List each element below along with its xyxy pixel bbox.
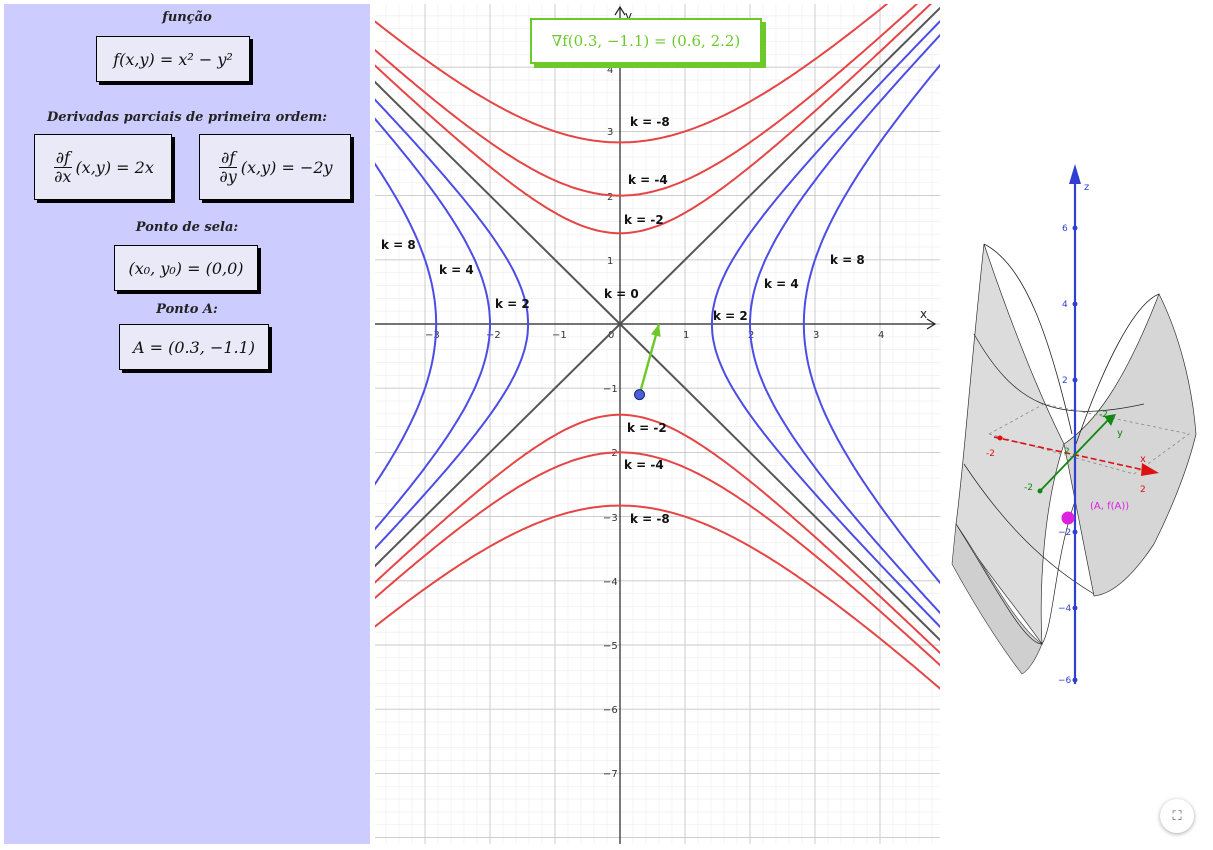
caption-saddle: Ponto de sela:: [135, 220, 239, 235]
level-label-bottom-neg4: k = -4: [624, 458, 664, 472]
tick-x-3: 3: [813, 330, 819, 341]
graphics-2d-view[interactable]: x y −3 −2 −1 0 1 2 3 4 4 3 2 1 −1 −2 −3 …: [375, 4, 940, 844]
gradient-label-box[interactable]: ∇f(0.3, −1.1) = (0.6, 2.2): [530, 18, 762, 64]
level-curve-k4: [749, 33, 940, 615]
caption-function: função: [162, 10, 212, 25]
algebra-panel: função f(x,y) = x² − y² Derivadas parcia…: [4, 4, 370, 844]
z-tick-dot: [1072, 225, 1078, 231]
fullscreen-button[interactable]: ⛶: [1160, 799, 1194, 833]
tick-y-3: 3: [607, 127, 613, 138]
level-curve-k8: [802, 63, 940, 585]
function-formula-box[interactable]: f(x,y) = x² − y²: [96, 36, 250, 82]
y-tick-label: 2: [1064, 447, 1070, 457]
saddle-formula: (x₀, y₀) = (0,0): [128, 258, 244, 278]
z-axis-label: z: [1084, 182, 1089, 193]
y-tick-dot: [1037, 488, 1043, 494]
z-tick-label: −4: [1058, 604, 1072, 614]
y-axis-3d-label: y: [1117, 428, 1123, 439]
tick-y-2: 2: [607, 192, 613, 203]
level-label-top-neg8: k = -8: [630, 115, 670, 129]
tick-y-neg3: −3: [603, 513, 618, 524]
level-curve-kneg4: [375, 451, 940, 667]
geogebra-applet: função f(x,y) = x² − y² Derivadas parcia…: [0, 0, 1213, 850]
point-a-dot[interactable]: [634, 389, 645, 401]
gradient-label: ∇f(0.3, −1.1) = (0.6, 2.2): [551, 32, 741, 50]
tick-x-1: 1: [683, 330, 689, 341]
partial-x-rest: (x,y) = 2x: [75, 157, 154, 177]
tick-y-neg5: −5: [603, 641, 618, 652]
function-formula: f(x,y) = x² − y²: [113, 49, 233, 69]
x-tick-label: 2: [1140, 485, 1146, 495]
level-label-left-4: k = 4: [439, 263, 474, 277]
x-tick-dot: [997, 435, 1003, 441]
tick-y-1: 1: [607, 256, 613, 267]
z-tick-dot: [1072, 301, 1078, 307]
z-tick-label: 6: [1062, 224, 1068, 234]
caption-partials: Derivadas parciais de primeira ordem:: [46, 110, 328, 125]
level-label-bottom-neg2: k = -2: [627, 421, 667, 435]
z-tick-label: −6: [1058, 676, 1072, 686]
y-tick-label: -2: [1099, 410, 1108, 420]
tick-y-neg4: −4: [603, 577, 618, 588]
partial-x-box[interactable]: ∂f ∂x (x,y) = 2x: [34, 134, 172, 200]
level-label-right-2: k = 2: [713, 309, 748, 323]
graph2d-svg: x y −3 −2 −1 0 1 2 3 4 4 3 2 1 −1 −2 −3 …: [375, 4, 940, 844]
z-tick-label: 4: [1062, 300, 1068, 310]
level-curve-kneg8: [375, 504, 940, 690]
x-tick-label: -2: [986, 449, 995, 459]
point-a-3d[interactable]: [1061, 511, 1075, 525]
level-label-left-2: k = 2: [495, 297, 530, 311]
point-a-3d-label: (A, f(A)): [1090, 501, 1129, 512]
level-label-left-8: k = 8: [381, 238, 416, 252]
y-tick-label: -2: [1024, 483, 1033, 493]
tick-x-neg1: −1: [552, 330, 567, 341]
level-label-zero: k = 0: [604, 287, 639, 301]
level-label-top-neg4: k = -4: [628, 173, 668, 187]
partial-y-box[interactable]: ∂f ∂y (x,y) = −2y: [199, 134, 351, 200]
level-label-right-4: k = 4: [764, 277, 799, 291]
z-tick-label: 2: [1062, 376, 1068, 386]
gradient-arrowhead: [650, 324, 661, 337]
z-axis-arrow: [1069, 164, 1081, 184]
fullscreen-icon: ⛶: [1172, 808, 1182, 824]
level-label-top-neg2: k = -2: [624, 213, 664, 227]
z-tick-label: −2: [1058, 528, 1071, 538]
saddle-formula-box[interactable]: (x₀, y₀) = (0,0): [114, 245, 258, 291]
partial-y-rest: (x,y) = −2y: [240, 157, 333, 177]
z-tick-dot: [1072, 677, 1078, 683]
point-a-box[interactable]: A = (0.3, −1.1): [119, 324, 269, 370]
graphics-3d-view[interactable]: z 6 4 2 −2 −4 −6 x -2 2 y -2 -2 2 (A, f(…: [944, 4, 1209, 844]
caption-point-a: Ponto A:: [156, 302, 218, 317]
tick-x-4: 4: [878, 330, 884, 341]
point-a-formula: A = (0.3, −1.1): [132, 337, 256, 357]
partial-x-fraction: ∂f ∂x: [53, 147, 72, 186]
x-axis-3d-label: x: [1140, 454, 1146, 465]
z-tick-dot: [1072, 377, 1078, 383]
tick-y-neg6: −6: [603, 705, 618, 716]
tick-x-neg3: −3: [425, 330, 440, 341]
graph3d-svg: z 6 4 2 −2 −4 −6 x -2 2 y -2 -2 2 (A, f(…: [951, 164, 1197, 686]
x-axis-label: x: [920, 307, 927, 321]
tick-y-4: 4: [607, 65, 613, 76]
level-curve-k0: [375, 80, 940, 642]
level-curve-k2: [375, 98, 530, 550]
tick-y-neg7: −7: [603, 769, 618, 780]
partial-y-fraction: ∂f ∂y: [218, 147, 238, 186]
level-label-right-8: k = 8: [830, 253, 865, 267]
level-label-bottom-neg8: k = -8: [630, 512, 670, 526]
z-tick-dot: [1072, 605, 1078, 611]
tick-y-neg1: −1: [603, 384, 618, 395]
z-tick-dot: [1072, 529, 1078, 535]
